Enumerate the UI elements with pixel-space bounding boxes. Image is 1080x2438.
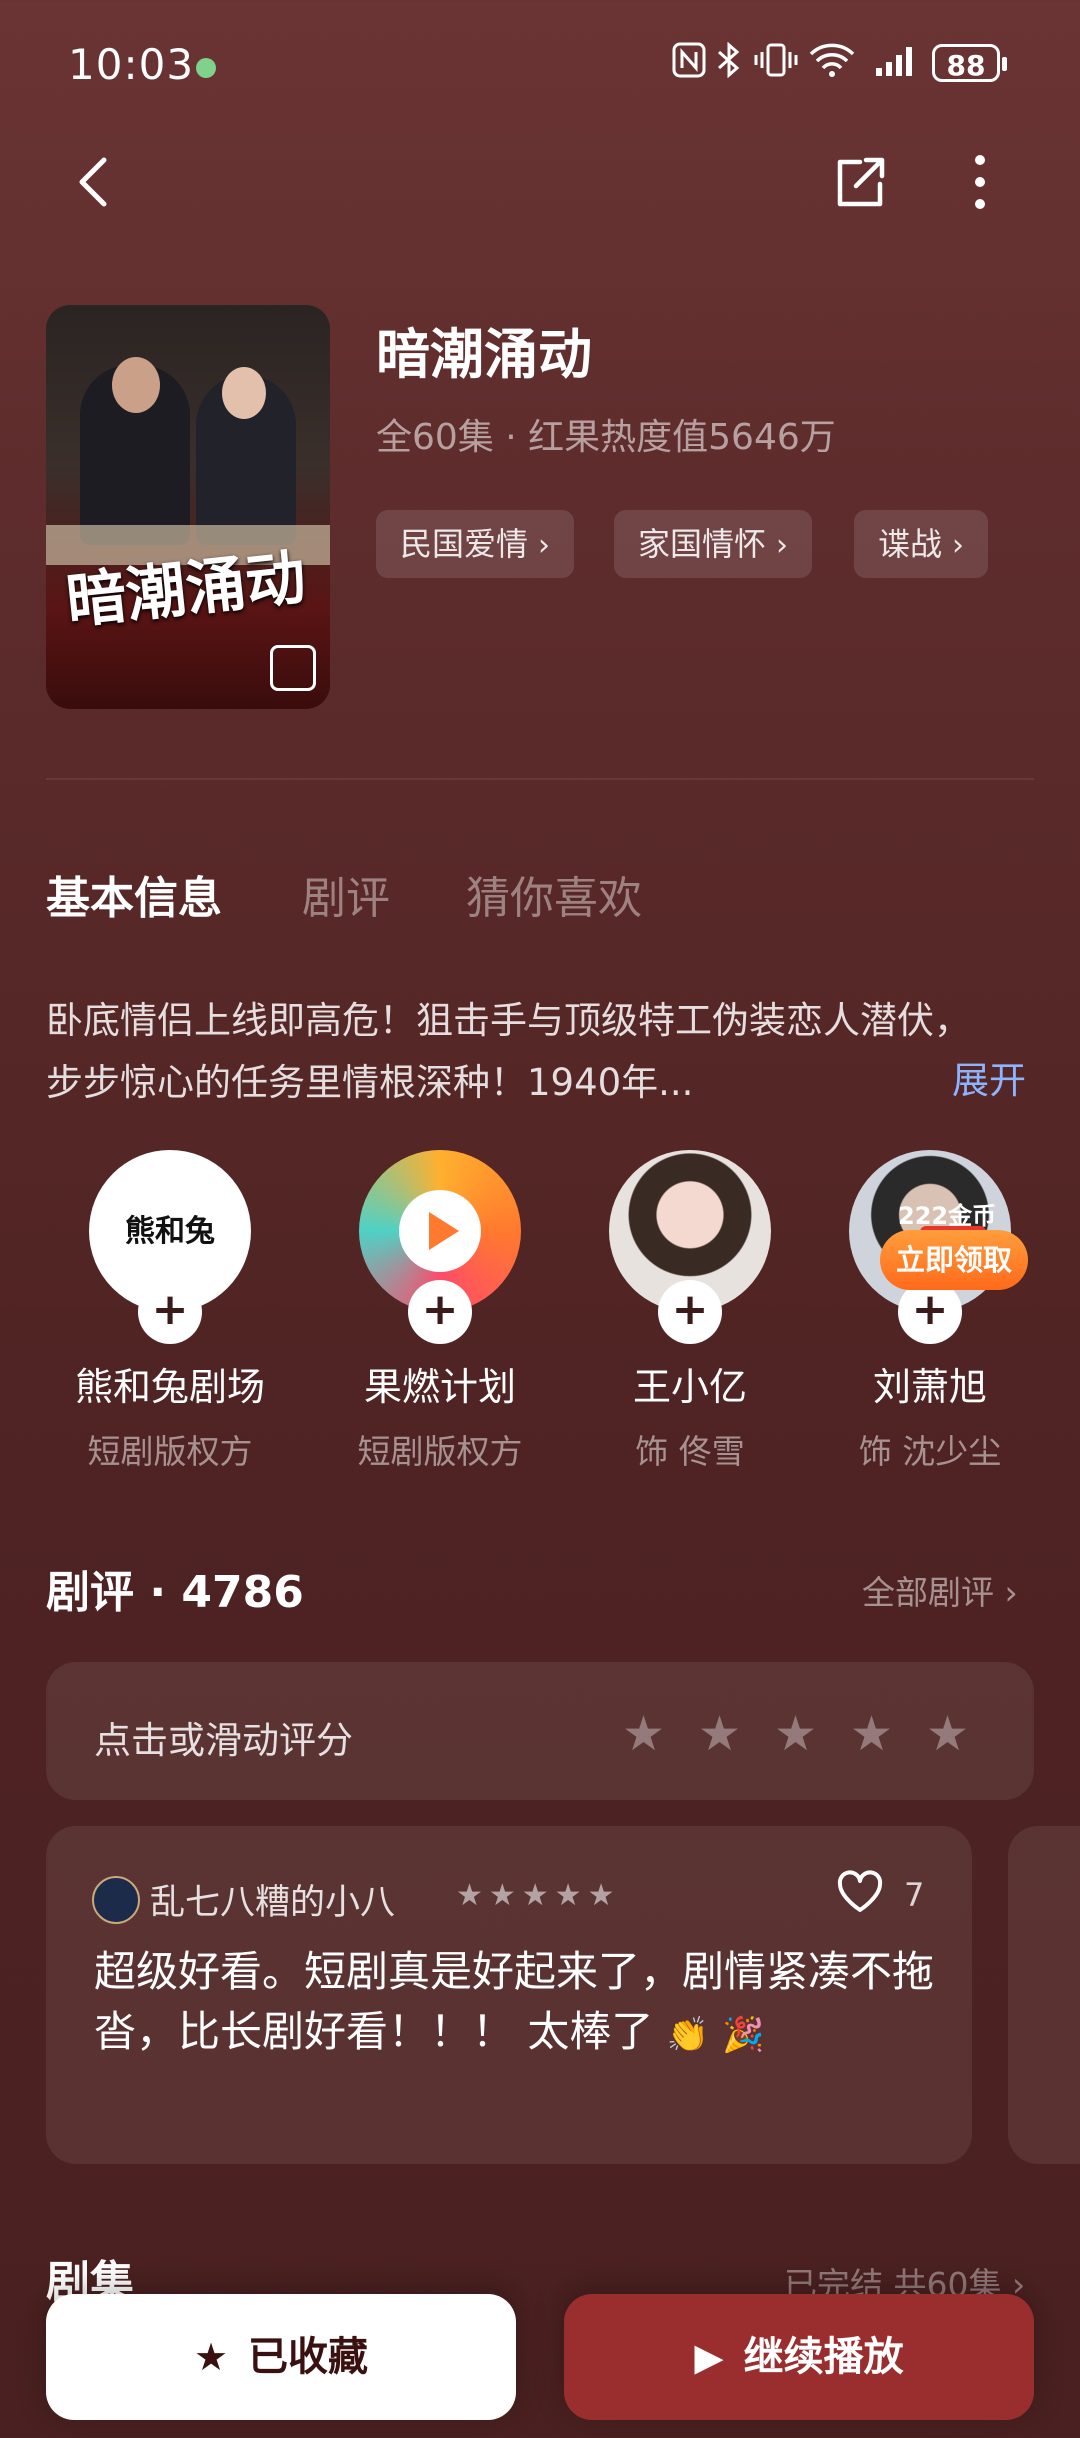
tag-label: 家国情怀 xyxy=(638,525,767,563)
person-name: 熊和兔剧场 xyxy=(74,1365,265,1409)
expand-button[interactable]: 展开 xyxy=(952,1050,1026,1104)
battery-indicator: 88 xyxy=(932,44,1007,82)
rating-star-4-icon[interactable]: ★ xyxy=(850,1706,893,1762)
rating-star-2-icon[interactable]: ★ xyxy=(698,1706,741,1762)
like-button[interactable] xyxy=(836,1870,884,1914)
status-time: 10:03 xyxy=(68,40,195,89)
more-button[interactable] xyxy=(960,150,1000,214)
clap-icon: 👏 xyxy=(666,2014,710,2055)
favorite-button[interactable]: ★ 已收藏 xyxy=(46,2294,516,2420)
rating-star-5-icon[interactable]: ★ xyxy=(926,1706,969,1762)
back-button[interactable] xyxy=(70,152,120,212)
person-card[interactable]: + 果燃计划 短剧版权方 xyxy=(330,1150,550,1473)
signal-icon xyxy=(874,42,920,87)
person-role: 短剧版权方 xyxy=(87,1432,253,1471)
favorite-label: 已收藏 xyxy=(248,2334,369,2380)
avatar: + xyxy=(609,1150,771,1344)
follow-plus-icon[interactable]: + xyxy=(408,1280,472,1344)
poster-face-right xyxy=(222,367,266,419)
chevron-left-icon xyxy=(79,157,107,207)
drama-poster[interactable]: 暗潮涌动 xyxy=(46,305,330,709)
person-name: 刘萧旭 xyxy=(872,1365,987,1409)
rating-prompt: 点击或滑动评分 xyxy=(94,1719,353,1762)
coin-amount: 222金币 xyxy=(898,1202,997,1230)
tag-label: 谍战 xyxy=(878,525,943,563)
person-card[interactable]: + 王小亿 饰 佟雪 xyxy=(580,1150,800,1473)
tag-spy[interactable]: 谍战 › xyxy=(854,510,989,578)
reviewer-name[interactable]: 乱七八糟的小八 xyxy=(150,1874,395,1925)
like-count: 7 xyxy=(904,1876,925,1914)
drama-description: 卧底情侣上线即高危！狙击手与顶级特工伪装恋人潜伏，步步惊心的任务里情根深种！19… xyxy=(46,999,971,1104)
drama-title: 暗潮涌动 xyxy=(376,323,592,386)
share-icon xyxy=(837,157,885,207)
tag-romance[interactable]: 民国爱情 › xyxy=(376,510,575,578)
chevron-right-icon: › xyxy=(776,528,789,563)
follow-plus-icon[interactable]: + xyxy=(658,1280,722,1344)
play-logo-icon xyxy=(399,1190,481,1272)
review-stars: ★★★★★ xyxy=(456,1878,621,1913)
nfc-icon xyxy=(672,42,706,87)
avatar-logo-text: 熊和兔 xyxy=(125,1214,215,1249)
tab-basic-info[interactable]: 基本信息 xyxy=(46,862,222,926)
review-text-body: 超级好看。短剧真是好起来了，剧情紧凑不拖沓，比长剧好看！！！ 太棒了 xyxy=(94,1947,935,2056)
tag-label: 民国爱情 xyxy=(400,525,529,563)
star-icon: ★ xyxy=(193,2335,229,2379)
claim-coins-button[interactable]: 立即领取 xyxy=(880,1230,1028,1290)
avatar: + xyxy=(359,1150,521,1344)
party-popper-icon: 🎉 xyxy=(722,2014,765,2055)
tag-patriotism[interactable]: 家国情怀 › xyxy=(614,510,813,578)
divider xyxy=(46,778,1034,780)
reviewer-avatar[interactable] xyxy=(92,1876,140,1924)
tab-reviews[interactable]: 剧评 xyxy=(302,862,390,926)
play-icon: ▶ xyxy=(694,2335,724,2379)
wifi-icon xyxy=(808,42,856,87)
person-role: 饰 佟雪 xyxy=(635,1432,745,1471)
person-role: 饰 沈少尘 xyxy=(858,1432,1002,1471)
bluetooth-icon xyxy=(716,41,742,87)
follow-plus-icon[interactable]: + xyxy=(138,1280,202,1344)
rating-star-3-icon[interactable]: ★ xyxy=(774,1706,817,1762)
chevron-right-icon: › xyxy=(952,528,965,563)
poster-face-left xyxy=(112,357,160,413)
chevron-right-icon: › xyxy=(538,528,551,563)
share-button[interactable] xyxy=(832,152,888,212)
person-name: 王小亿 xyxy=(632,1365,747,1409)
avatar: 熊和兔 + xyxy=(89,1150,251,1344)
status-bar: 10:03 88 xyxy=(0,0,1080,130)
person-card[interactable]: 熊和兔 + 熊和兔剧场 短剧版权方 xyxy=(60,1150,280,1473)
person-name: 果燃计划 xyxy=(363,1365,516,1409)
play-label: 继续播放 xyxy=(743,2334,904,2380)
tab-recommendations[interactable]: 猜你喜欢 xyxy=(466,862,642,926)
reviews-header: 剧评 · 4786 xyxy=(46,1567,304,1618)
notification-dot-icon xyxy=(196,58,216,78)
continue-play-button[interactable]: ▶ 继续播放 xyxy=(564,2294,1034,2420)
more-vertical-icon xyxy=(975,155,985,209)
all-reviews-link[interactable]: 全部剧评 › xyxy=(862,1566,1018,1614)
heart-icon xyxy=(837,1870,883,1912)
rating-star-1-icon[interactable]: ★ xyxy=(622,1706,665,1762)
review-card-next[interactable] xyxy=(1008,1826,1080,2164)
vibrate-icon xyxy=(754,42,798,87)
person-role: 短剧版权方 xyxy=(357,1432,523,1471)
poster-badge-icon xyxy=(270,645,316,691)
drama-meta: 全60集 · 红果热度值5646万 xyxy=(376,417,836,458)
review-text: 超级好看。短剧真是好起来了，剧情紧凑不拖沓，比长剧好看！！！ 太棒了 👏 🎉 xyxy=(94,1942,954,2065)
